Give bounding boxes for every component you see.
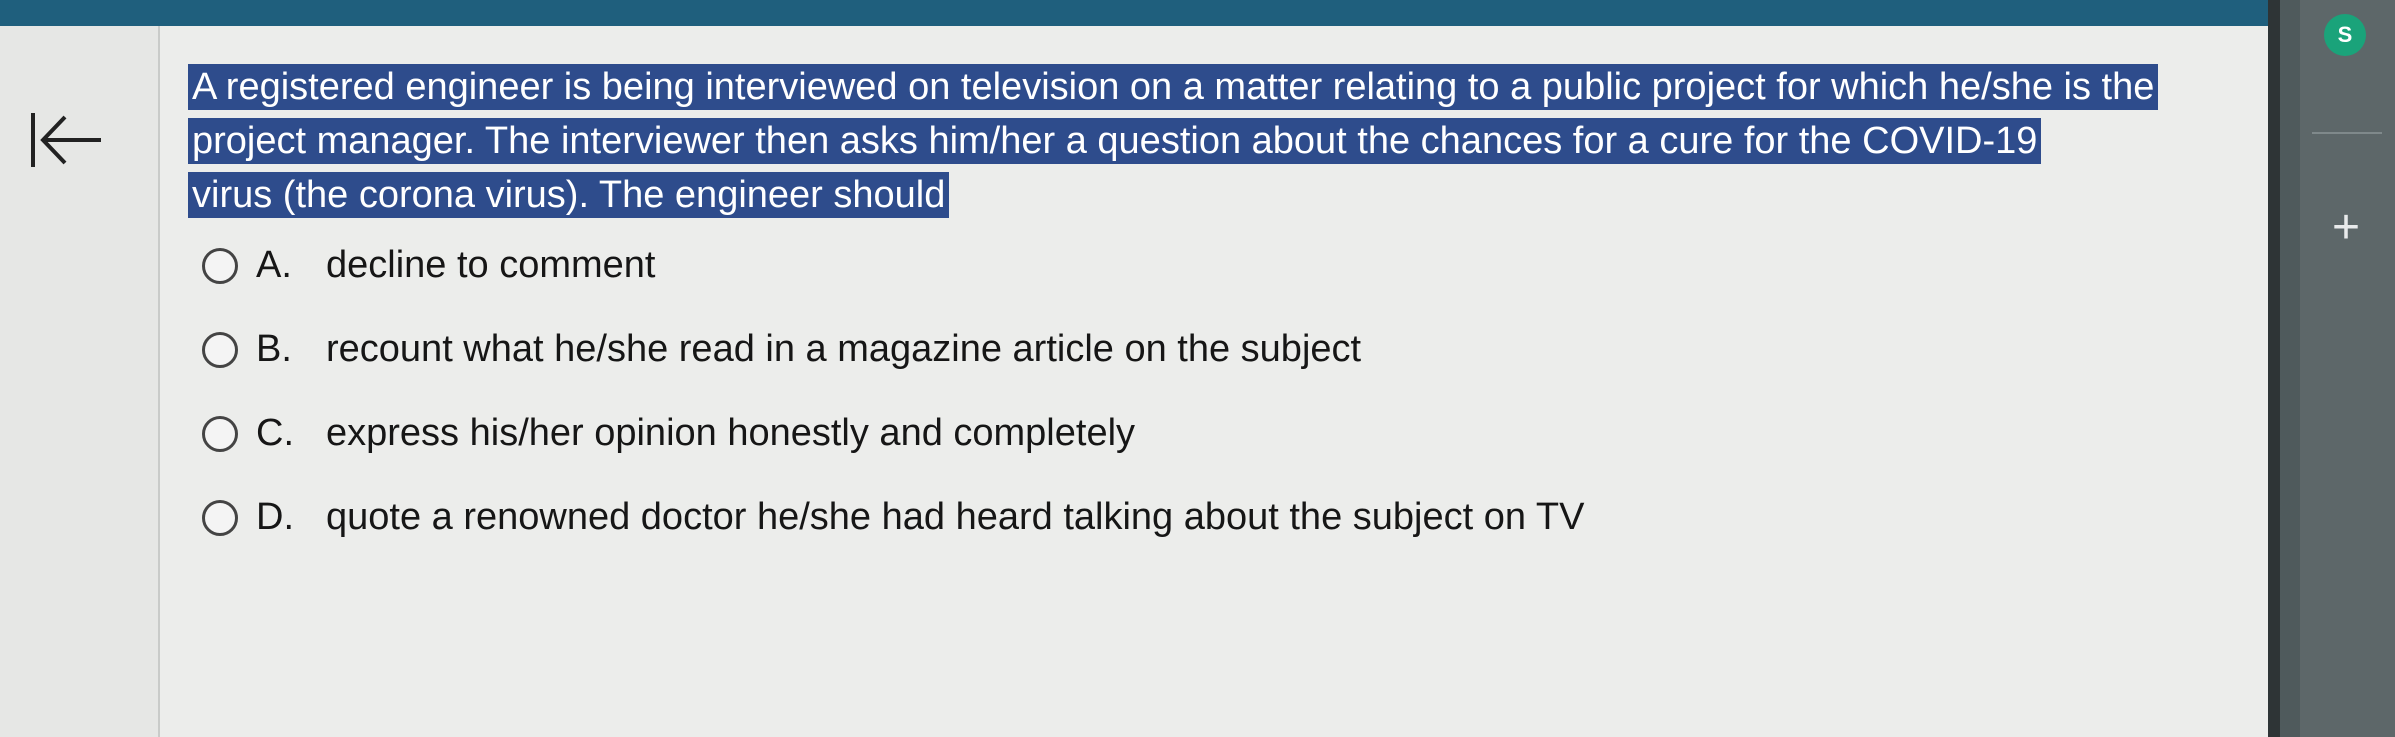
choice-text: express his/her opinion honestly and com… (326, 412, 1136, 454)
question-line-1: A registered engineer is being interview… (188, 64, 2159, 110)
question-line-3: virus (the corona virus). The engineer s… (188, 172, 950, 218)
choice-d[interactable]: D. quote a renowned doctor he/she had he… (202, 496, 1584, 539)
radio-c[interactable] (202, 415, 238, 452)
choice-b[interactable]: B. recount what he/she read in a magazin… (202, 328, 1361, 371)
right-panel-divider (2268, 0, 2280, 737)
question-text: A registered engineer is being interview… (188, 60, 2248, 222)
back-to-start-button[interactable] (22, 102, 108, 178)
radio-b[interactable] (202, 331, 238, 368)
choice-text: quote a renowned doctor he/she had heard… (326, 496, 1585, 538)
plus-icon: + (2331, 201, 2361, 254)
choice-letter: A. (256, 244, 292, 286)
choice-letter: D. (256, 496, 294, 538)
radio-a[interactable] (202, 247, 238, 284)
question-line-2: project manager. The interviewer then as… (188, 118, 2042, 164)
quiz-screen: A registered engineer is being interview… (0, 0, 2395, 737)
plus-button[interactable]: + (2318, 200, 2374, 256)
choice-text: recount what he/she read in a magazine a… (326, 328, 1362, 370)
choice-letter: C. (256, 412, 294, 454)
choice-text: decline to comment (326, 244, 656, 286)
right-panel-tab (2300, 0, 2395, 737)
s-badge-icon[interactable]: S (2324, 14, 2366, 56)
panel-divider (2312, 132, 2382, 134)
arrow-to-start-icon (31, 113, 101, 167)
choice-a[interactable]: A. decline to comment (202, 244, 656, 287)
choice-c[interactable]: C. express his/her opinion honestly and … (202, 412, 1135, 455)
top-bar (0, 0, 2268, 26)
radio-d[interactable] (202, 499, 238, 536)
choice-letter: B. (256, 328, 292, 370)
question-area: A registered engineer is being interview… (160, 26, 2268, 737)
